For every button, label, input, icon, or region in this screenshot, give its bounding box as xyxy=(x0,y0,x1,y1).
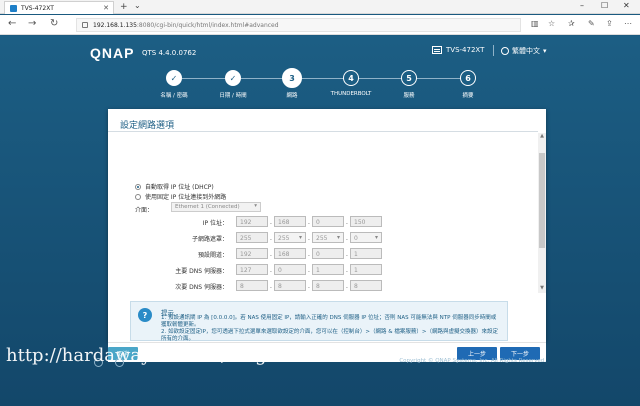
nas-device-icon xyxy=(432,46,442,54)
ip-octet-4[interactable]: 150 xyxy=(350,216,382,227)
gateway-row: 預設閘道： 192 . 168 . 0 . 1 xyxy=(108,248,408,259)
tab-list-icon[interactable]: ⌄ xyxy=(134,1,141,10)
page-info-icon[interactable] xyxy=(82,22,88,28)
refresh-icon[interactable]: ↻ xyxy=(50,18,58,29)
device-info: TVS-472XT xyxy=(432,46,484,54)
step-6-circle: 6 xyxy=(460,70,476,86)
mask-octet-3[interactable]: 255 xyxy=(312,232,344,243)
favorites-hub-icon[interactable]: ✰ xyxy=(568,19,575,28)
interface-select[interactable]: Ethernet 1 (Connected) xyxy=(171,202,261,212)
globe-icon xyxy=(501,47,509,55)
back-icon[interactable]: ← xyxy=(8,18,16,29)
step-3-current: 3 xyxy=(282,68,302,88)
tip-item-1: 1. 預設通訊閘 IP 為 [0.0.0.0]。若 NAS 使用固定 IP，請輸… xyxy=(161,315,497,328)
primary-dns-row: 主要 DNS 伺服器： 127 . 0 . 1 . 1 xyxy=(108,264,408,275)
scroll-thumb[interactable] xyxy=(539,153,545,248)
url-host: 192.168.1.135 xyxy=(93,21,137,29)
dns1-octet-4[interactable]: 1 xyxy=(350,264,382,275)
url-path: :8080/cgi-bin/quick/html/index.html#adva… xyxy=(136,21,279,29)
chevron-down-icon: ▾ xyxy=(543,47,547,55)
notes-icon[interactable]: ✎ xyxy=(588,19,595,28)
wizard-steps: ✓ 名稱 / 密碼 ✓ 日期 / 時間 3 網路 4 THUNDERBOLT 5… xyxy=(0,68,640,108)
tip-item-2: 2. 如欲設定固定IP，您可透過下拉式選單來選取欲設定的介面，您可以在（控制台）… xyxy=(161,329,498,342)
subnet-mask-row: 子網路遮罩： 255 . 255 . 255 . 0 xyxy=(108,232,408,243)
forward-icon[interactable]: → xyxy=(28,18,36,29)
network-settings-card: 設定網路選項 ▲ ▼ 自動取得 IP 位址 (DHCP) 使用固定 IP 位址連… xyxy=(108,109,546,342)
step-5-circle: 5 xyxy=(401,70,417,86)
dns1-octet-1[interactable]: 127 xyxy=(236,264,268,275)
language-label: 繁體中文 xyxy=(512,47,540,55)
share-icon[interactable]: ⇪ xyxy=(606,19,613,28)
close-window-icon[interactable]: ✕ xyxy=(623,1,630,10)
copyright-text: Copyright © QNAP Systems, Inc. All Right… xyxy=(399,358,546,364)
ip-address-row: IP 位址： 192 . 168 . 0 . 150 xyxy=(108,216,408,227)
scroll-down-icon[interactable]: ▼ xyxy=(538,285,546,293)
close-tab-icon[interactable]: ✕ xyxy=(103,4,109,12)
url-field[interactable]: 192.168.1.135:8080/cgi-bin/quick/html/in… xyxy=(76,18,521,32)
gateway-octet-4[interactable]: 1 xyxy=(350,248,382,259)
radio-static[interactable] xyxy=(135,193,141,200)
tab-title: TVS-472XT xyxy=(21,4,54,12)
browser-window: TVS-472XT ✕ + ⌄ – ☐ ✕ ← → ↻ 192.168.1.13… xyxy=(0,0,640,406)
step-1-check-icon: ✓ xyxy=(166,70,182,86)
radio-static-row[interactable]: 使用固定 IP 位址連接到外網路 xyxy=(135,192,226,201)
step-2-check-icon: ✓ xyxy=(225,70,241,86)
mask-octet-4[interactable]: 0 xyxy=(350,232,382,243)
more-icon[interactable]: ⋯ xyxy=(624,19,632,28)
scrollbar[interactable]: ▲ ▼ xyxy=(538,133,546,293)
title-divider xyxy=(108,131,538,132)
qnap-favicon-icon xyxy=(10,4,17,12)
gateway-octet-3[interactable]: 0 xyxy=(312,248,344,259)
browser-tab[interactable]: TVS-472XT ✕ xyxy=(4,1,114,14)
address-bar: ← → ↻ 192.168.1.135:8080/cgi-bin/quick/h… xyxy=(0,15,640,35)
qnap-logo: QNAP xyxy=(90,45,135,61)
secondary-dns-label: 次要 DNS 伺服器： xyxy=(175,284,228,291)
dns2-octet-2[interactable]: 8 xyxy=(274,280,306,291)
new-tab-icon[interactable]: + xyxy=(120,2,128,12)
firmware-version: QTS 4.4.0.0762 xyxy=(142,49,197,57)
gateway-label: 預設閘道： xyxy=(197,252,228,259)
mask-octet-2[interactable]: 255 xyxy=(274,232,306,243)
tip-box: ? 提示 1. 預設通訊閘 IP 為 [0.0.0.0]。若 NAS 使用固定 … xyxy=(130,301,508,342)
mask-octet-1[interactable]: 255 xyxy=(236,232,268,243)
radio-dhcp-row[interactable]: 自動取得 IP 位址 (DHCP) xyxy=(135,182,214,191)
ip-octet-3[interactable]: 0 xyxy=(312,216,344,227)
page-header: QNAP QTS 4.4.0.0762 TVS-472XT 繁體中文 ▾ xyxy=(0,36,640,66)
gateway-octet-2[interactable]: 168 xyxy=(274,248,306,259)
dns1-octet-2[interactable]: 0 xyxy=(274,264,306,275)
primary-dns-label: 主要 DNS 伺服器： xyxy=(175,268,228,275)
header-divider xyxy=(493,45,494,56)
dns2-octet-4[interactable]: 8 xyxy=(350,280,382,291)
language-selector[interactable]: 繁體中文 ▾ xyxy=(501,46,547,56)
page-title: 設定網路選項 xyxy=(120,121,175,131)
gateway-octet-1[interactable]: 192 xyxy=(236,248,268,259)
radio-dhcp[interactable] xyxy=(135,183,141,190)
dns2-octet-1[interactable]: 8 xyxy=(236,280,268,291)
browser-titlebar: TVS-472XT ✕ + ⌄ – ☐ ✕ xyxy=(0,0,640,14)
device-name: TVS-472XT xyxy=(446,46,485,54)
dns2-octet-3[interactable]: 8 xyxy=(312,280,344,291)
ip-octet-2[interactable]: 168 xyxy=(274,216,306,227)
secondary-dns-row: 次要 DNS 伺服器： 8 . 8 . 8 . 8 xyxy=(108,280,408,291)
maximize-icon[interactable]: ☐ xyxy=(601,1,608,10)
minimize-icon[interactable]: – xyxy=(580,1,584,10)
favorite-star-icon[interactable]: ☆ xyxy=(548,19,555,28)
step-4-circle: 4 xyxy=(343,70,359,86)
interface-label: 介面： xyxy=(135,207,154,214)
radio-dhcp-label: 自動取得 IP 位址 (DHCP) xyxy=(145,184,214,191)
scroll-up-icon[interactable]: ▲ xyxy=(538,133,546,141)
ip-octet-1[interactable]: 192 xyxy=(236,216,268,227)
reading-view-icon[interactable]: ▥ xyxy=(531,19,539,28)
step-6-label: 摘要 xyxy=(462,93,474,99)
radio-static-label: 使用固定 IP 位址連接到外網路 xyxy=(145,194,227,201)
subnet-mask-label: 子網路遮罩： xyxy=(191,236,228,243)
watermark-url: http://hardaway.com.tw/blog xyxy=(6,345,267,366)
ip-address-label: IP 位址： xyxy=(202,220,228,227)
dns1-octet-3[interactable]: 1 xyxy=(312,264,344,275)
lightbulb-icon: ? xyxy=(138,308,152,322)
